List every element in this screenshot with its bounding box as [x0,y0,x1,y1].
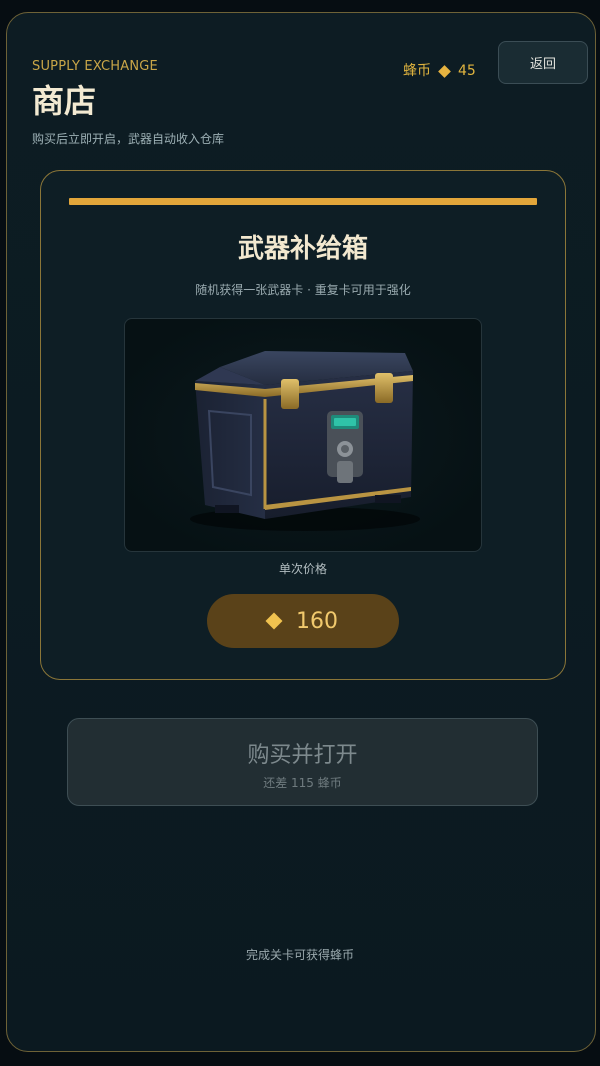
crate-image-frame [124,318,482,552]
diamond-icon [438,64,451,78]
diamond-icon [265,612,283,630]
price-pill: 160 [207,594,399,648]
eyebrow-label: SUPPLY EXCHANGE [32,59,158,74]
back-button[interactable]: 返回 [498,41,588,84]
supply-crate-icon [190,351,420,531]
supply-crate-card: 武器补给箱 随机获得一张武器卡 · 重复卡可用于强化 单次价格 160 [40,170,566,680]
accent-bar [69,198,537,205]
card-title: 武器补给箱 [237,234,368,264]
card-description: 随机获得一张武器卡 · 重复卡可用于强化 [195,283,411,297]
footer-hint: 完成关卡可获得蜂币 [245,948,354,962]
buy-button-label: 购买并打开 [247,743,358,768]
currency-label: 蜂币 [403,63,431,79]
currency-amount: 45 [458,63,476,79]
page-title: 商店 [32,82,97,120]
price-label: 单次价格 [278,562,327,576]
buy-shortfall-text: 还差 115 蜂币 [263,776,342,790]
currency-balance: 蜂币 45 [403,61,476,81]
price-value: 160 [296,608,338,634]
page-subtitle: 购买后立即开启，武器自动收入仓库 [32,132,225,146]
buy-and-open-button[interactable]: 购买并打开 还差 115 蜂币 [67,718,538,806]
